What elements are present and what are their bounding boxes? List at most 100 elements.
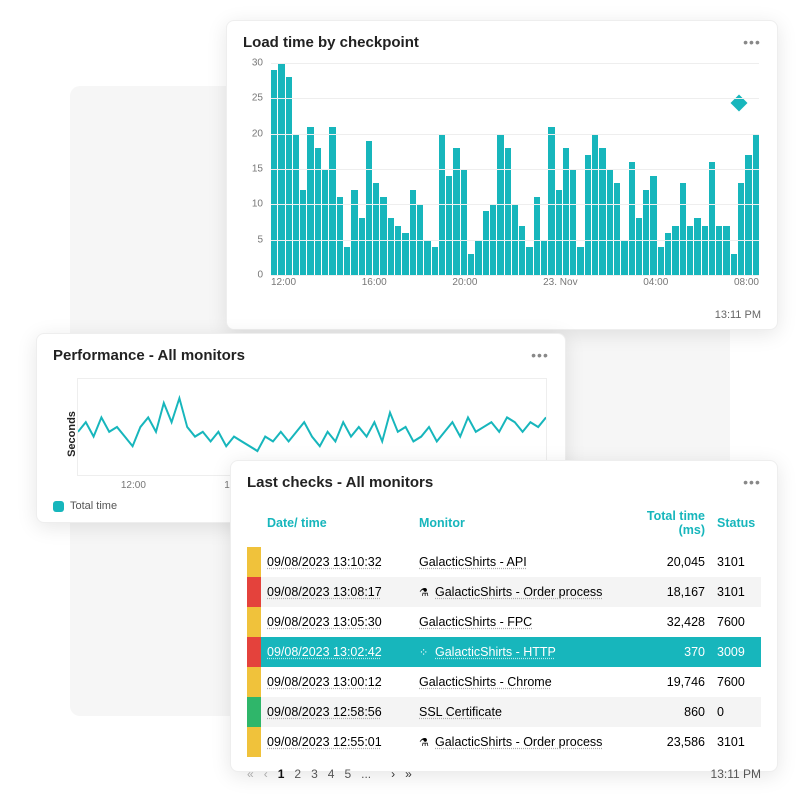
bar: [687, 226, 693, 275]
bar: [519, 226, 525, 275]
status-indicator: [247, 577, 261, 607]
last-page-icon[interactable]: »: [405, 767, 412, 781]
bar: [658, 247, 664, 275]
cell-monitor[interactable]: SSL Certificate: [413, 699, 621, 725]
x-tick: 08:00: [734, 277, 759, 293]
y-tick: 20: [252, 128, 263, 139]
cell-datetime[interactable]: 09/08/2023 13:05:30: [261, 609, 413, 635]
cell-monitor[interactable]: ⚗GalacticShirts - Order process: [413, 729, 621, 755]
bar: [388, 218, 394, 275]
card-title: Performance - All monitors: [53, 347, 245, 364]
bar: [599, 148, 605, 275]
table-row[interactable]: 09/08/2023 13:00:12GalacticShirts - Chro…: [247, 667, 761, 697]
first-page-icon[interactable]: «: [247, 767, 254, 781]
more-icon[interactable]: •••: [743, 473, 761, 491]
gridline: [271, 240, 759, 241]
cell-monitor[interactable]: GalacticShirts - FPC: [413, 609, 621, 635]
page-number[interactable]: 4: [328, 767, 335, 781]
cell-total: 20,045: [621, 549, 711, 575]
legend-label: Total time: [70, 500, 117, 512]
y-tick: 30: [252, 58, 263, 69]
page-number[interactable]: 2: [294, 767, 301, 781]
bar: [563, 148, 569, 275]
bar: [585, 155, 591, 275]
bar: [432, 247, 438, 275]
cell-total: 23,586: [621, 729, 711, 755]
more-icon[interactable]: •••: [531, 346, 549, 364]
cell-status: 7600: [711, 609, 779, 635]
cell-status: 3101: [711, 729, 779, 755]
bar: [680, 183, 686, 275]
table-row[interactable]: 09/08/2023 13:10:32GalacticShirts - API2…: [247, 547, 761, 577]
bar: [723, 226, 729, 275]
cell-datetime[interactable]: 09/08/2023 13:02:42: [261, 639, 413, 665]
x-tick: 16:00: [362, 277, 387, 293]
bar: [745, 155, 751, 275]
bar: [359, 218, 365, 275]
cell-datetime[interactable]: 09/08/2023 12:55:01: [261, 729, 413, 755]
bar: [541, 240, 547, 275]
bar: [672, 226, 678, 275]
table-row[interactable]: 09/08/2023 12:58:56SSL Certificate8600: [247, 697, 761, 727]
bar: [307, 127, 313, 275]
legend-swatch-icon: [53, 501, 64, 512]
page-number[interactable]: ...: [361, 767, 371, 781]
gridline: [271, 275, 759, 276]
pagination: « ‹ 12345... › »: [247, 767, 412, 781]
prev-page-icon[interactable]: ‹: [264, 767, 268, 781]
status-indicator: [247, 697, 261, 727]
bar: [607, 169, 613, 275]
cell-monitor[interactable]: ⚗GalacticShirts - Order process: [413, 579, 621, 605]
table-row[interactable]: 09/08/2023 13:02:42⁘GalacticShirts - HTT…: [247, 637, 761, 667]
cell-total: 370: [621, 639, 711, 665]
table-row[interactable]: 09/08/2023 12:55:01⚗GalacticShirts - Ord…: [247, 727, 761, 757]
bar: [300, 190, 306, 275]
gridline: [271, 98, 759, 99]
load-time-card: Load time by checkpoint ••• 051015202530…: [226, 20, 778, 330]
status-indicator: [247, 637, 261, 667]
bar: [650, 176, 656, 275]
cell-datetime[interactable]: 09/08/2023 13:10:32: [261, 549, 413, 575]
col-status[interactable]: Status: [711, 510, 779, 536]
y-tick: 10: [252, 199, 263, 210]
next-page-icon[interactable]: ›: [391, 767, 395, 781]
x-tick: 12:00: [121, 480, 146, 491]
bar: [621, 240, 627, 275]
cell-datetime[interactable]: 09/08/2023 12:58:56: [261, 699, 413, 725]
bar: [716, 226, 722, 275]
bar: [315, 148, 321, 275]
cell-monitor[interactable]: GalacticShirts - Chrome: [413, 669, 621, 695]
cell-total: 18,167: [621, 579, 711, 605]
bar: [505, 148, 511, 275]
bar: [322, 169, 328, 275]
timestamp-label: 13:11 PM: [711, 767, 761, 781]
bar: [636, 218, 642, 275]
table-row[interactable]: 09/08/2023 13:08:17⚗GalacticShirts - Ord…: [247, 577, 761, 607]
flask-icon: ⚗: [419, 736, 431, 749]
bar: [643, 190, 649, 275]
bar: [395, 226, 401, 275]
cell-datetime[interactable]: 09/08/2023 13:08:17: [261, 579, 413, 605]
gridline: [271, 63, 759, 64]
page-number[interactable]: 3: [311, 767, 318, 781]
last-checks-card: Last checks - All monitors ••• Date/ tim…: [230, 460, 778, 772]
page-number[interactable]: 1: [278, 767, 285, 781]
cell-monitor[interactable]: ⁘GalacticShirts - HTTP: [413, 639, 621, 665]
col-datetime[interactable]: Date/ time: [261, 510, 413, 536]
table-row[interactable]: 09/08/2023 13:05:30GalacticShirts - FPC3…: [247, 607, 761, 637]
page-number[interactable]: 5: [344, 767, 351, 781]
cell-total: 19,746: [621, 669, 711, 695]
more-icon[interactable]: •••: [743, 33, 761, 51]
cell-monitor[interactable]: GalacticShirts - API: [413, 549, 621, 575]
table-header: Date/ time Monitor Total time (ms) Statu…: [247, 499, 761, 547]
col-monitor[interactable]: Monitor: [413, 510, 621, 536]
col-total[interactable]: Total time (ms): [621, 503, 711, 543]
bar: [577, 247, 583, 275]
bar: [351, 190, 357, 275]
x-tick: 20:00: [452, 277, 477, 293]
bar: [461, 169, 467, 275]
cell-datetime[interactable]: 09/08/2023 13:00:12: [261, 669, 413, 695]
y-tick: 0: [257, 270, 263, 281]
bar: [337, 197, 343, 275]
bar: [570, 169, 576, 275]
